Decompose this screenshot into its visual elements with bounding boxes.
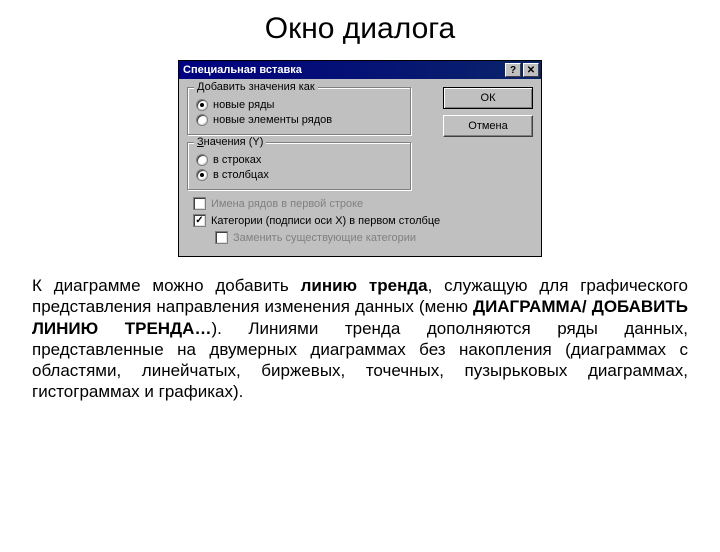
- page-title: Окно диалога: [0, 12, 720, 46]
- close-button[interactable]: ✕: [523, 63, 539, 77]
- radio-new-series-elements[interactable]: новые элементы рядов: [196, 114, 403, 126]
- dialog-body: ОК Отмена Добавить значения как новые ря…: [179, 79, 541, 256]
- dialog-titlebar: Специальная вставка ? ✕: [179, 61, 541, 79]
- legend-rest: обавить значения как: [205, 81, 315, 93]
- radio-icon: [196, 169, 208, 181]
- radio-label: в строках: [213, 154, 261, 166]
- radio-icon: [196, 99, 208, 111]
- check-categories-first-column[interactable]: Категории (подписи оси X) в первом столб…: [193, 214, 533, 227]
- checkbox-label: Имена рядов в первой строке: [211, 198, 363, 210]
- checkbox-icon: [215, 231, 228, 244]
- radio-label: в столбцах: [213, 169, 269, 181]
- checkbox-label: Заменить существующие категории: [233, 232, 416, 244]
- radio-label: новые элементы рядов: [213, 114, 332, 126]
- radio-icon: [196, 154, 208, 166]
- ok-button[interactable]: ОК: [443, 87, 533, 109]
- radio-label: новые ряды: [213, 99, 274, 111]
- checkbox-icon: [193, 197, 206, 210]
- group-add-values-as: Добавить значения как новые ряды новые э…: [187, 87, 412, 136]
- check-replace-categories[interactable]: Заменить существующие категории: [215, 231, 533, 244]
- legend-rest: начения (Y): [204, 136, 264, 148]
- radio-new-series[interactable]: новые ряды: [196, 99, 403, 111]
- checkbox-icon: [193, 214, 206, 227]
- cancel-button[interactable]: Отмена: [443, 115, 533, 137]
- body-paragraph: К диаграмме можно добавить линию тренда,…: [32, 275, 688, 403]
- dialog-title: Специальная вставка: [183, 64, 302, 76]
- group-values-y: Значения (Y) в строках в столбцах: [187, 142, 412, 191]
- checkbox-label: Категории (подписи оси X) в первом столб…: [211, 215, 440, 227]
- radio-in-rows[interactable]: в строках: [196, 154, 403, 166]
- help-button[interactable]: ?: [505, 63, 521, 77]
- radio-icon: [196, 114, 208, 126]
- group-legend: Добавить значения как: [194, 81, 318, 93]
- group-legend: Значения (Y): [194, 136, 266, 148]
- radio-in-columns[interactable]: в столбцах: [196, 169, 403, 181]
- check-series-names-first-row[interactable]: Имена рядов в первой строке: [193, 197, 533, 210]
- dialog-paste-special: Специальная вставка ? ✕ ОК Отмена Добави…: [178, 60, 542, 257]
